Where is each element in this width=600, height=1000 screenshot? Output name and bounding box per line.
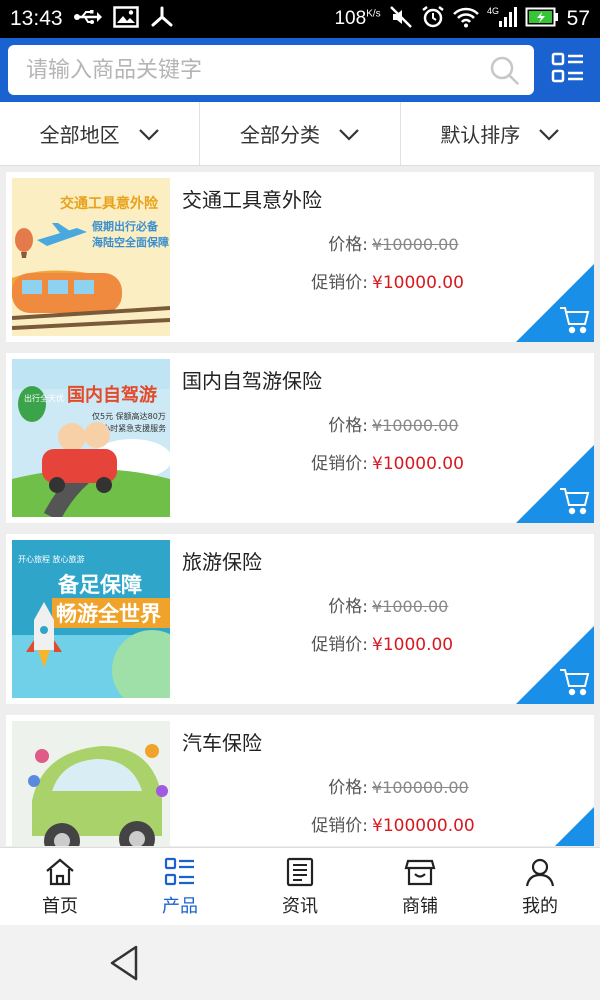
tab-news[interactable]: 资讯 xyxy=(240,848,360,925)
filter-label: 默认排序 xyxy=(440,123,521,147)
product-card[interactable]: 交通工具意外险 假期出行必备 海陆空全面保障 交通工具意外险 价格: ¥1000… xyxy=(6,172,594,342)
original-price: ¥1000.00 xyxy=(372,597,449,616)
battery-icon xyxy=(525,7,559,32)
search-box[interactable] xyxy=(8,45,535,95)
category-list-icon xyxy=(551,51,585,89)
price-label: 价格: xyxy=(328,416,368,436)
signal-icon: 4G xyxy=(487,5,517,34)
svg-text:国内自驾游: 国内自驾游 xyxy=(67,384,157,406)
svg-text:交通工具意外险: 交通工具意外险 xyxy=(60,195,159,212)
battery-level: 57 xyxy=(566,7,590,30)
status-bar: 13:43 108K/s 4G 57 xyxy=(0,0,600,38)
product-title[interactable]: 国内自驾游保险 xyxy=(182,365,588,394)
original-price: ¥10000.00 xyxy=(372,235,459,254)
wifi-icon xyxy=(452,6,479,33)
product-card[interactable]: 开心旅程 放心旅游 备足保障 畅游全世界 旅游保险 价格: ¥1000.00 促… xyxy=(6,534,594,704)
promo-label: 促销价: xyxy=(311,273,368,293)
back-button[interactable] xyxy=(106,943,146,983)
product-image xyxy=(12,721,170,846)
chevron-down-icon xyxy=(138,123,160,145)
tab-label: 首页 xyxy=(42,895,78,917)
product-image: 出行全天优 国内自驾游 仅5元 保额高达80万 24小时紧急支援服务 xyxy=(12,359,170,517)
chevron-down-icon xyxy=(338,123,360,145)
tab-label: 我的 xyxy=(522,895,558,917)
tab-label: 商铺 xyxy=(402,895,438,917)
tab-products[interactable]: 产品 xyxy=(120,848,240,925)
add-to-cart-button[interactable] xyxy=(516,626,594,704)
svg-text:开心旅程 放心旅游: 开心旅程 放心旅游 xyxy=(18,554,85,564)
mute-icon xyxy=(389,5,413,34)
list-icon xyxy=(164,857,194,885)
filter-bar: 全部地区 全部分类 默认排序 xyxy=(0,102,600,166)
price-label: 价格: xyxy=(328,778,368,798)
original-price: ¥10000.00 xyxy=(372,416,459,435)
promo-label: 促销价: xyxy=(311,454,368,474)
promo-label: 促销价: xyxy=(311,816,368,836)
product-image: 交通工具意外险 假期出行必备 海陆空全面保障 xyxy=(12,178,170,336)
alarm-icon xyxy=(421,5,445,34)
tab-shop[interactable]: 商铺 xyxy=(360,848,480,925)
network-speed: 108K/s xyxy=(334,8,381,29)
filter-region[interactable]: 全部地区 xyxy=(0,102,201,165)
filter-sort[interactable]: 默认排序 xyxy=(401,102,600,165)
bottom-tab-bar: 首页 产品 资讯 商铺 我的 xyxy=(0,847,600,925)
search-icon[interactable] xyxy=(488,54,520,86)
shop-icon xyxy=(404,859,436,885)
user-icon xyxy=(525,858,555,886)
svg-text:仅5元 保额高达80万: 仅5元 保额高达80万 xyxy=(92,411,166,421)
back-triangle-icon xyxy=(110,945,138,981)
product-title[interactable]: 交通工具意外险 xyxy=(182,184,588,213)
product-image: 开心旅程 放心旅游 备足保障 畅游全世界 xyxy=(12,540,170,698)
promo-label: 促销价: xyxy=(311,635,368,655)
product-list: 交通工具意外险 假期出行必备 海陆空全面保障 交通工具意外险 价格: ¥1000… xyxy=(0,166,600,846)
svg-text:假期出行必备: 假期出行必备 xyxy=(92,219,159,233)
news-icon xyxy=(286,857,314,886)
svg-text:畅游全世界: 畅游全世界 xyxy=(56,602,161,626)
add-to-cart-button[interactable] xyxy=(516,445,594,523)
tab-label: 资讯 xyxy=(282,895,318,917)
tab-label: 产品 xyxy=(162,895,198,917)
svg-text:4G: 4G xyxy=(487,6,499,16)
product-title[interactable]: 汽车保险 xyxy=(182,727,588,756)
price-label: 价格: xyxy=(328,597,368,617)
svg-text:海陆空全面保障: 海陆空全面保障 xyxy=(92,235,169,249)
search-header xyxy=(0,38,600,102)
category-menu-button[interactable] xyxy=(544,46,592,94)
chevron-down-icon xyxy=(538,123,560,145)
original-price-row: 价格: ¥100000.00 xyxy=(288,773,588,798)
original-price: ¥100000.00 xyxy=(372,778,469,797)
image-icon xyxy=(112,5,139,33)
tab-mine[interactable]: 我的 xyxy=(480,848,600,925)
svg-text:出行全天优: 出行全天优 xyxy=(24,393,64,403)
filter-label: 全部地区 xyxy=(39,123,120,147)
tab-home[interactable]: 首页 xyxy=(0,848,120,925)
svg-text:备足保障: 备足保障 xyxy=(57,573,142,597)
product-card[interactable]: 出行全天优 国内自驾游 仅5元 保额高达80万 24小时紧急支援服务 国内自驾游… xyxy=(6,353,594,523)
filter-category[interactable]: 全部分类 xyxy=(200,102,401,165)
original-price-row: 价格: ¥10000.00 xyxy=(288,411,588,436)
filter-label: 全部分类 xyxy=(239,123,320,147)
price-label: 价格: xyxy=(328,235,368,255)
original-price-row: 价格: ¥10000.00 xyxy=(288,230,588,255)
add-to-cart-button[interactable] xyxy=(516,807,594,846)
usb-icon xyxy=(73,8,103,31)
system-nav-bar xyxy=(0,925,600,1000)
status-time: 13:43 xyxy=(10,7,63,30)
share-icon xyxy=(149,5,175,34)
search-input[interactable] xyxy=(26,57,489,83)
add-to-cart-button[interactable] xyxy=(516,264,594,342)
home-icon xyxy=(46,858,74,885)
product-title[interactable]: 旅游保险 xyxy=(182,546,588,575)
original-price-row: 价格: ¥1000.00 xyxy=(288,592,588,617)
product-card[interactable]: 汽车保险 价格: ¥100000.00 促销价: ¥100000.00 xyxy=(6,715,594,846)
